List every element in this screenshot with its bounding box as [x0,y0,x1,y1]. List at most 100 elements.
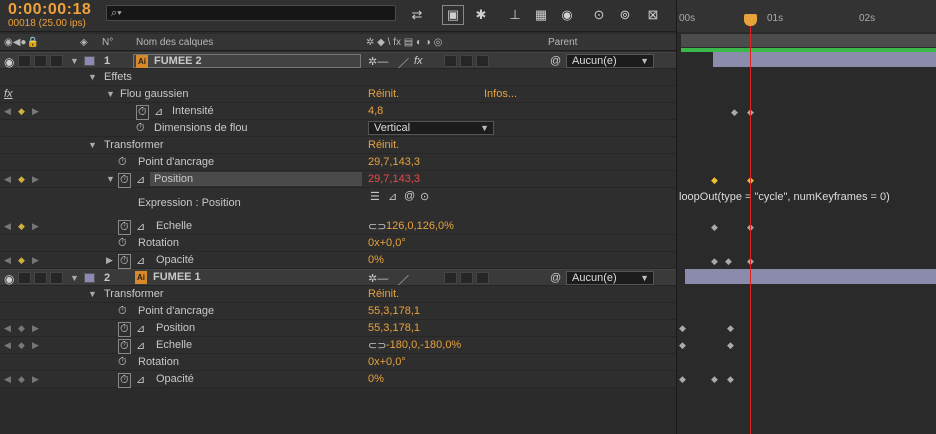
label-color[interactable] [84,273,95,283]
work-area-bar[interactable] [681,34,936,47]
collapse-icon[interactable]: ▶ [106,255,113,266]
label-color[interactable] [84,56,95,66]
reset-link[interactable]: Réinit. [368,139,399,151]
graph-icon[interactable]: ⊿ [136,339,145,352]
expand-icon[interactable]: ▼ [70,56,79,66]
stopwatch-icon[interactable]: ⏱ [118,173,131,188]
stopwatch-icon[interactable]: ⏱ [118,237,127,250]
next-keyframe-icon[interactable]: ▶ [32,106,39,117]
keyframe-icon[interactable]: ◆ [18,374,25,385]
keyframe-icon[interactable]: ◆ [18,340,25,351]
property-value[interactable]: 0x+0,0° [368,356,406,368]
lock-box[interactable] [50,55,63,67]
property-value[interactable]: -180,0,-180,0% [386,339,461,351]
current-time-indicator[interactable] [750,16,751,434]
layer-name-field[interactable]: Ai FUMEE 1 [133,271,361,285]
switch-box[interactable] [444,55,457,67]
stopwatch-icon[interactable]: ⏱ [136,122,145,135]
next-keyframe-icon[interactable]: ▶ [32,323,39,334]
keyframe-icon[interactable]: ◆ [18,106,25,117]
expand-icon[interactable]: ▼ [106,89,115,99]
parent-select[interactable]: Aucun(e) ▼ [566,271,654,285]
dimension-select[interactable]: Vertical ▼ [368,121,494,135]
next-keyframe-icon[interactable]: ▶ [32,255,39,266]
prev-keyframe-icon[interactable]: ◀ [4,340,11,351]
prev-keyframe-icon[interactable]: ◀ [4,106,11,117]
audio-box[interactable] [18,272,31,284]
fx-icon[interactable]: fx [4,88,13,100]
expand-icon[interactable]: ▼ [88,72,97,82]
info-link[interactable]: Infos... [484,88,517,100]
auto-keyframe-icon[interactable]: ⊙ [588,5,610,25]
pickwhip-icon[interactable]: @ [550,55,561,67]
stopwatch-icon[interactable]: ⏱ [118,156,127,169]
prev-keyframe-icon[interactable]: ◀ [4,221,11,232]
keyframe-icon[interactable]: ◆ [18,221,25,232]
property-value[interactable]: 55,3,178,1 [368,305,420,317]
draft-3d-icon[interactable]: ▣ [442,5,464,25]
graph-icon[interactable]: ⊿ [136,254,145,267]
keyframe-marker[interactable]: ◆ [679,340,686,351]
keyframe-marker[interactable]: ◆ [727,323,734,334]
graph-icon[interactable]: ⊿ [136,220,145,233]
stopwatch-icon[interactable]: ⏱ [118,254,131,269]
switch-shy-icon[interactable]: ✲— [368,272,388,285]
frame-blending-icon[interactable]: ⊥ [504,5,526,25]
keyframe-marker[interactable]: ◆ [731,107,738,118]
reset-link[interactable]: Réinit. [368,88,399,100]
layer-row[interactable]: ◉ ▼ 2 Ai FUMEE 1 ✲— ／ @ Aucun(e) ▼ [0,269,676,287]
stopwatch-icon[interactable]: ⏱ [136,105,149,120]
solo-box[interactable] [34,272,47,284]
switch-shy-icon[interactable]: ✲— [368,55,388,68]
graph-icon[interactable]: ⊿ [136,322,145,335]
timeline-graph[interactable]: 00s 01s 02s ◆ ◆ ◆ ◆ loopOut(type = "cycl… [676,0,936,434]
expand-icon[interactable]: ▼ [88,140,97,150]
switch-box[interactable] [460,55,473,67]
next-keyframe-icon[interactable]: ▶ [32,174,39,185]
stopwatch-icon[interactable]: ⏱ [118,373,131,388]
keyframe-icon[interactable]: ◆ [18,255,25,266]
next-keyframe-icon[interactable]: ▶ [32,374,39,385]
switch-box[interactable] [476,55,489,67]
parent-select[interactable]: Aucun(e) ▼ [566,54,654,68]
eye-icon[interactable]: ◉ [4,55,14,69]
expression-text[interactable]: loopOut(type = "cycle", numKeyframes = 0… [679,191,890,203]
property-value[interactable]: 29,7,143,3 [368,156,420,168]
keyframe-marker[interactable]: ◆ [711,374,718,385]
reset-link[interactable]: Réinit. [368,288,399,300]
expression-graph-icon[interactable]: ⊿ [388,190,397,203]
eye-icon[interactable]: ◉ [4,272,14,286]
prev-keyframe-icon[interactable]: ◀ [4,374,11,385]
keyframe-marker[interactable]: ◆ [679,374,686,385]
property-value[interactable]: 0% [368,373,384,385]
graph-icon[interactable]: ⊿ [136,373,145,386]
expand-icon[interactable]: ▼ [88,289,97,299]
expression-enable-icon[interactable]: ☰ [370,190,380,203]
keyframe-marker[interactable]: ◆ [727,374,734,385]
col-layer-name[interactable]: Nom des calques [136,37,213,48]
layer-duration-bar[interactable] [685,269,936,284]
shy-layers-icon[interactable]: ✱ [470,5,492,25]
link-icon[interactable]: ⊂⊃ [368,339,386,352]
time-ruler[interactable]: 00s 01s 02s [677,0,936,32]
prev-keyframe-icon[interactable]: ◀ [4,255,11,266]
property-value[interactable]: 0x+0,0° [368,237,406,249]
keyframe-marker[interactable]: ◆ [711,222,718,233]
pickwhip-icon[interactable]: @ [550,272,561,284]
switch-box[interactable] [444,272,457,284]
solo-box[interactable] [34,55,47,67]
layer-search-input[interactable]: ⌕▾ [106,5,396,21]
keyframe-marker[interactable]: ◆ [711,256,718,267]
stopwatch-icon[interactable]: ⏱ [118,339,131,354]
expression-pickwhip-icon[interactable]: @ [404,190,415,202]
layer-duration-bar[interactable] [713,52,936,67]
expand-icon[interactable]: ▼ [70,273,79,283]
lock-box[interactable] [50,272,63,284]
prev-keyframe-icon[interactable]: ◀ [4,174,11,185]
keyframe-marker[interactable]: ◆ [711,175,718,186]
brainstorm-icon[interactable]: ◉ [556,5,578,25]
stopwatch-icon[interactable]: ⏱ [118,220,131,235]
link-icon[interactable]: ⊂⊃ [368,220,386,233]
keyframe-marker[interactable]: ◆ [727,340,734,351]
audio-box[interactable] [18,55,31,67]
